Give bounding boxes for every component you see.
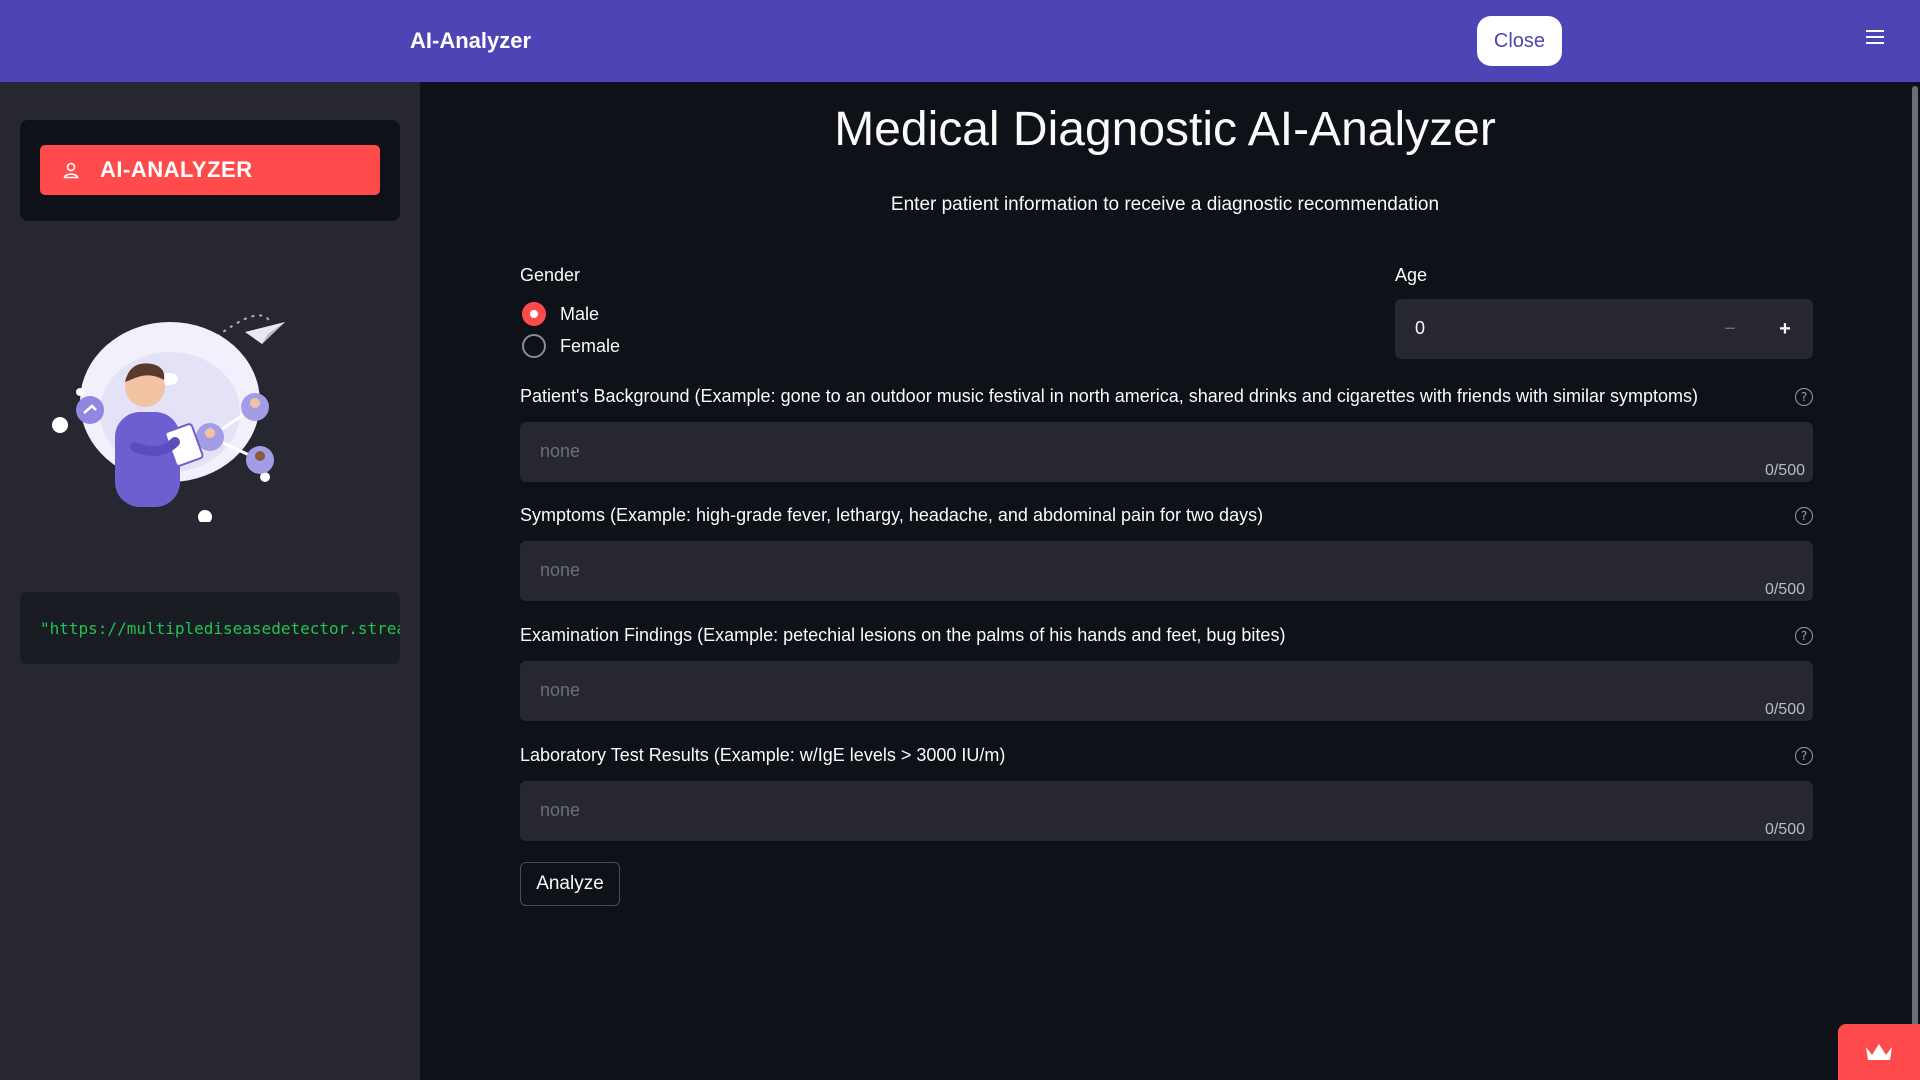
char-counter: 0/500 — [1764, 821, 1805, 838]
page-subtitle: Enter patient information to receive a d… — [890, 194, 1440, 215]
textarea-placeholder: none — [540, 560, 581, 580]
symptoms-field-label: Symptoms (Example: high-grade fever, let… — [520, 505, 1264, 525]
lab-results-textarea[interactable]: none 0/500 — [520, 781, 1813, 841]
code-block: "https://multiplediseasedetector.streaml… — [20, 592, 400, 664]
sidebar-item-ai-analyzer[interactable]: AI-ANALYZER — [40, 145, 380, 195]
code-text: "https://multiplediseasedetector.streaml… — [40, 618, 400, 638]
char-counter: 0/500 — [1764, 581, 1805, 598]
doctor-illustration — [52, 314, 285, 522]
main-content: Medical Diagnostic AI-Analyzer Enter pat… — [420, 82, 1920, 1080]
radio-unchecked-icon — [522, 334, 546, 358]
gender-option-male[interactable]: Male — [522, 302, 599, 326]
char-counter: 0/500 — [1764, 462, 1805, 479]
close-button[interactable]: Close — [1477, 16, 1562, 66]
help-icon[interactable]: ? — [1795, 747, 1813, 765]
examination-textarea[interactable]: none 0/500 — [520, 661, 1813, 721]
age-increment-button[interactable]: + — [1757, 299, 1813, 359]
hamburger-menu-icon[interactable] — [1864, 26, 1886, 48]
scrollbar[interactable] — [1912, 86, 1918, 1080]
examination-field-label: Examination Findings (Example: petechial… — [520, 625, 1286, 645]
symptoms-textarea[interactable]: none 0/500 — [520, 541, 1813, 601]
textarea-placeholder: none — [540, 680, 581, 700]
sidebar: AI-ANALYZER "https://multiplediseasedete… — [0, 82, 420, 1080]
gender-option-female[interactable]: Female — [522, 334, 620, 358]
app-title: AI-Analyzer — [410, 28, 532, 53]
page-title: Medical Diagnostic AI-Analyzer — [834, 103, 1496, 156]
age-number-input[interactable]: 0 − + — [1395, 299, 1813, 359]
sidebar-item-label: AI-ANALYZER — [100, 157, 253, 182]
char-counter: 0/500 — [1764, 701, 1805, 718]
radio-checked-icon — [522, 302, 546, 326]
lab-results-field-label: Laboratory Test Results (Example: w/IgE … — [520, 745, 1006, 765]
age-decrement-button[interactable]: − — [1702, 299, 1758, 359]
help-icon[interactable]: ? — [1795, 507, 1813, 525]
crown-icon — [1866, 1044, 1892, 1060]
help-icon[interactable]: ? — [1795, 388, 1813, 406]
top-bar: AI-Analyzer Close — [0, 0, 1920, 82]
textarea-placeholder: none — [540, 441, 581, 461]
person-icon — [63, 162, 79, 179]
streamlit-badge[interactable] — [1838, 1024, 1920, 1080]
sidebar-nav-menu: AI-ANALYZER — [20, 120, 400, 221]
background-textarea[interactable]: none 0/500 — [520, 422, 1813, 482]
gender-label: Gender — [520, 265, 581, 285]
analyze-button[interactable]: Analyze — [520, 862, 620, 906]
age-label: Age — [1395, 265, 1428, 285]
radio-label: Male — [560, 303, 600, 324]
radio-label: Female — [560, 335, 621, 356]
age-value[interactable]: 0 — [1415, 318, 1425, 339]
textarea-placeholder: none — [540, 800, 581, 820]
help-icon[interactable]: ? — [1795, 627, 1813, 645]
background-field-label: Patient's Background (Example: gone to a… — [520, 386, 1698, 406]
